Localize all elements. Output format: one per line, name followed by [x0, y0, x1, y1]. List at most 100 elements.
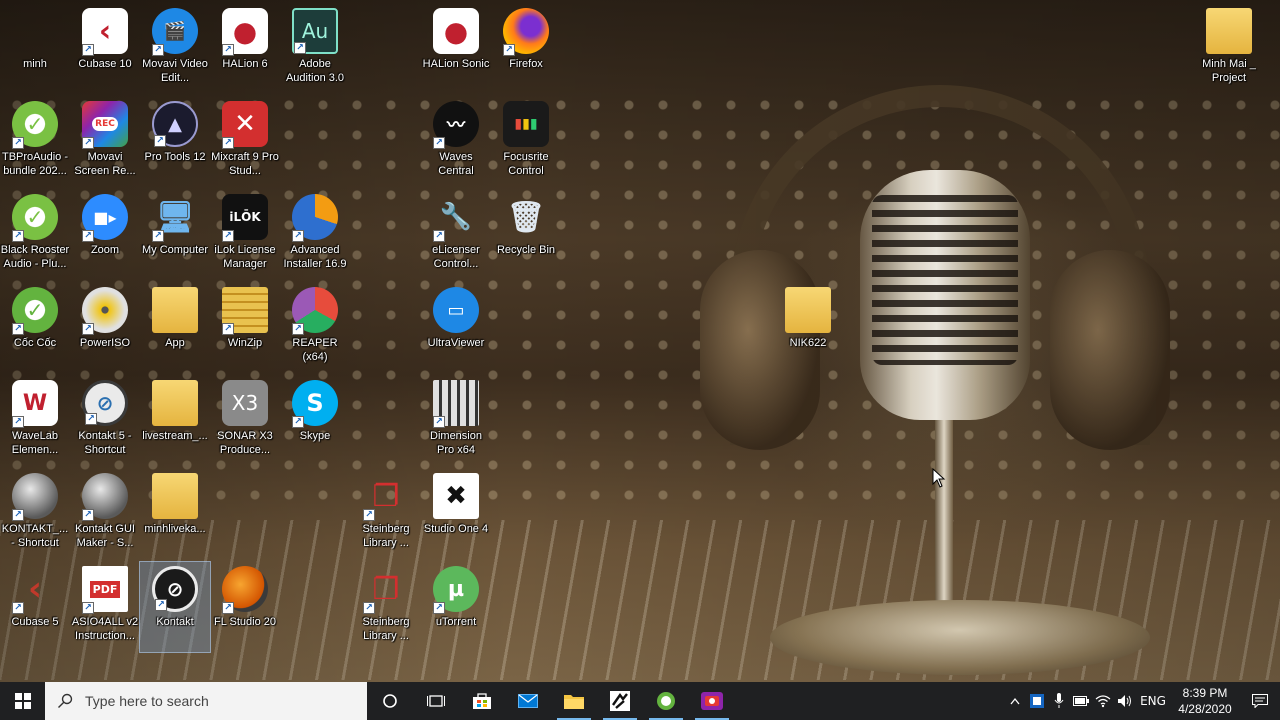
desktop-icon-kontakt-gui-maker[interactable]: ↗ Kontakt GUI Maker - S... — [70, 469, 140, 559]
desktop-icon-reaper[interactable]: ↗ REAPER (x64) — [280, 283, 350, 373]
ultraviewer-icon: ▭ — [433, 287, 479, 333]
volume-button[interactable] — [1114, 682, 1136, 720]
desktop-icon-elicenser[interactable]: 🔧 ↗ eLicenser Control... — [421, 190, 491, 280]
network-button[interactable] — [1092, 682, 1114, 720]
desktop-icon-movavi-video[interactable]: 🎬 ↗ Movavi Video Edit... — [140, 4, 210, 94]
desktop-icon-utorrent[interactable]: µ ↗ uTorrent — [421, 562, 491, 652]
desktop-icon-ultraviewer[interactable]: ▭ UltraViewer — [421, 283, 491, 373]
tray-app-button[interactable] — [1026, 682, 1048, 720]
desktop-icon-sonar[interactable]: X3 SONAR X3 Produce... — [210, 376, 280, 466]
desktop-icon-adobe-audition[interactable]: Au ↗ Adobe Audition 3.0 — [280, 4, 350, 94]
recycle-bin-icon: 🗑 — [506, 199, 546, 235]
kontakt-5-icon: ⊘ ↗ — [82, 380, 128, 426]
desktop-icon-poweriso[interactable]: ↗ PowerISO — [70, 283, 140, 373]
shortcut-arrow-icon: ↗ — [82, 230, 94, 242]
desktop-icon-recycle-bin[interactable]: 🗑 Recycle Bin — [491, 190, 561, 280]
desktop-icon-steinberg-library-1[interactable]: ❐ ↗ Steinberg Library ... — [351, 469, 421, 559]
icon-label: Dimension Pro x64 — [430, 430, 482, 456]
desktop-icon-zoom[interactable]: ■▸ ↗ Zoom — [70, 190, 140, 280]
shortcut-arrow-icon: ↗ — [433, 230, 445, 242]
shortcut-arrow-icon: ↗ — [155, 599, 167, 611]
icon-label: Focusrite Control — [503, 151, 549, 177]
task-view-button[interactable] — [413, 682, 459, 720]
desktop-icon-coccoc[interactable]: ✓ ↗ Cốc Cốc — [0, 283, 70, 373]
kontakt-icon: ⊘ ↗ — [152, 566, 198, 612]
desktop-icon-winzip[interactable]: ↗ WinZip — [210, 283, 280, 373]
microphone-button[interactable] — [1048, 682, 1070, 720]
icon-label: Steinberg Library ... — [362, 616, 410, 642]
pro-tools-icon: ▲ ↗ — [152, 101, 198, 147]
halion-sonic-icon: ● — [433, 8, 479, 54]
icon-label: Movavi Video Edit... — [142, 58, 208, 84]
cortana-button[interactable] — [367, 682, 413, 720]
desktop-icon-skype[interactable]: S ↗ Skype — [280, 376, 350, 466]
shortcut-arrow-icon: ↗ — [85, 413, 97, 425]
taskbar-search-box[interactable]: Type here to search — [45, 682, 367, 720]
disc-icon: ↗ — [82, 287, 128, 335]
desktop-icon-fl-studio[interactable]: ↗ FL Studio 20 — [210, 562, 280, 652]
coccoc-icon — [657, 692, 675, 710]
desktop-icon-minhliveka[interactable]: minhliveka... — [140, 469, 210, 559]
desktop-icon-ilok[interactable]: iLŌK ↗ iLok License Manager — [210, 190, 280, 280]
desktop-icon-advanced-installer[interactable]: ↗ Advanced Installer 16.9 — [280, 190, 350, 280]
clock-time: 8:39 PM — [1182, 686, 1228, 700]
shortcut-arrow-icon: ↗ — [154, 135, 166, 147]
icon-label: SONAR X3 Produce... — [217, 430, 273, 456]
desktop-icon-halion-6[interactable]: ● ↗ HALion 6 — [210, 4, 280, 94]
action-center-button[interactable] — [1240, 682, 1280, 720]
battery-icon — [1073, 696, 1089, 706]
desktop-icon-kontakt-5[interactable]: ⊘ ↗ Kontakt 5 - Shortcut — [70, 376, 140, 466]
advanced-installer-icon: ↗ — [292, 194, 338, 242]
dimension-pro-icon: ↗ — [433, 380, 479, 428]
desktop-icon-black-rooster[interactable]: ✓ ↗ Black Rooster Audio - Plu... — [0, 190, 70, 280]
desktop-icon-my-computer[interactable]: 🖥 ↗ My Computer — [140, 190, 210, 280]
taskbar-mail[interactable] — [505, 682, 551, 720]
desktop-icon-steinberg-library-2[interactable]: ❐ ↗ Steinberg Library ... — [351, 562, 421, 652]
desktop-icon-studio-one[interactable]: ✖ Studio One 4 — [421, 469, 491, 559]
focusrite-icon: ▮▮▮ — [503, 101, 549, 147]
sonar-icon: X3 — [222, 380, 268, 426]
shortcut-arrow-icon: ↗ — [292, 323, 304, 335]
black-rooster-icon: ✓ ↗ — [12, 194, 58, 242]
desktop-icon-halion-sonic[interactable]: ● HALion Sonic — [421, 4, 491, 94]
desktop-icon-kontakt-shortcut[interactable]: ↗ KONTAKT_... - Shortcut — [0, 469, 70, 559]
taskbar-file-explorer[interactable] — [551, 682, 597, 720]
desktop-icon-mixcraft[interactable]: ✕ ↗ Mixcraft 9 Pro Stud... — [210, 97, 280, 187]
zoom-video-icon: ■▸ ↗ — [82, 194, 128, 242]
taskbar-microsoft-store[interactable] — [459, 682, 505, 720]
desktop-icon-app[interactable]: App — [140, 283, 210, 373]
desktop-icon-minh[interactable]: minh — [0, 4, 70, 94]
desktop-icon-firefox[interactable]: ↗ Firefox — [491, 4, 561, 94]
winzip-icon: ↗ — [222, 287, 268, 335]
icon-label: Skype — [299, 430, 331, 442]
desktop-icon-movavi-screen[interactable]: REC ↗ Movavi Screen Re... — [70, 97, 140, 187]
desktop-icon-nik622[interactable]: NIK622 — [773, 283, 843, 373]
start-button[interactable] — [0, 682, 45, 720]
utorrent-icon: µ ↗ — [433, 566, 479, 614]
desktop-icon-asio4all[interactable]: PDF ↗ ASIO4ALL v2 Instruction... — [70, 562, 140, 652]
taskbar-coccoc[interactable] — [643, 682, 689, 720]
desktop-icon-minh-mai-project[interactable]: Minh Mai _ Project — [1194, 4, 1264, 94]
icon-label: TBProAudio - bundle 202... — [1, 151, 69, 177]
desktop-icon-wavelab[interactable]: W ↗ WaveLab Elemen... — [0, 376, 70, 466]
knob-icon: ↗ — [82, 473, 128, 521]
show-hidden-icons-button[interactable] — [1004, 682, 1026, 720]
desktop-icon-tbproaudio[interactable]: ✓ ↗ TBProAudio - bundle 202... — [0, 97, 70, 187]
taskbar-movavi[interactable] — [689, 682, 735, 720]
icon-label: Minh Mai _ Project — [1202, 58, 1256, 84]
desktop-icon-cubase-10[interactable]: ‹ ↗ Cubase 10 — [70, 4, 140, 94]
desktop-icon-livestream[interactable]: livestream_... — [140, 376, 210, 466]
clock-button[interactable]: 8:39 PM 4/28/2020 — [1170, 685, 1240, 717]
taskbar-studio-one[interactable] — [597, 682, 643, 720]
adobe-audition-icon: Au ↗ — [292, 8, 338, 54]
input-language-button[interactable]: ENG — [1136, 682, 1170, 720]
desktop-icon-waves-central[interactable]: 〰 ↗ Waves Central — [421, 97, 491, 187]
shortcut-arrow-icon: ↗ — [292, 416, 304, 428]
desktop-icon-kontakt[interactable]: ⊘ ↗ Kontakt — [139, 561, 211, 653]
desktop-icon-pro-tools[interactable]: ▲ ↗ Pro Tools 12 — [140, 97, 210, 187]
icon-label: Cốc Cốc — [13, 337, 57, 349]
desktop-icon-dimension-pro[interactable]: ↗ Dimension Pro x64 — [421, 376, 491, 466]
desktop-icon-focusrite[interactable]: ▮▮▮ Focusrite Control — [491, 97, 561, 187]
desktop-icon-cubase-5[interactable]: ‹ ↗ Cubase 5 — [0, 562, 70, 652]
battery-button[interactable] — [1070, 682, 1092, 720]
